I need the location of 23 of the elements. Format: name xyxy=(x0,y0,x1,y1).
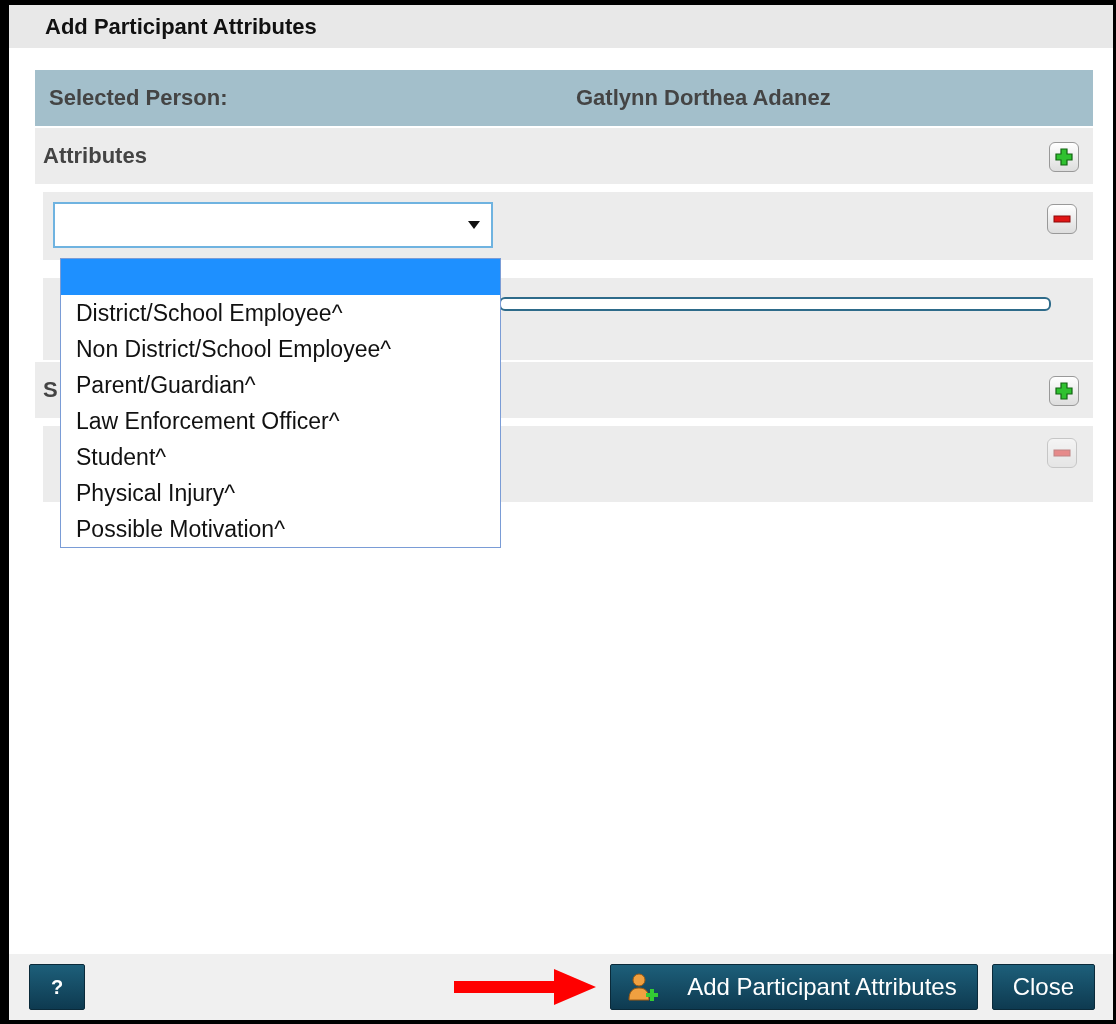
caret-icon xyxy=(467,220,481,230)
dropdown-option[interactable]: District/School Employee^ xyxy=(61,295,500,331)
add-button[interactable] xyxy=(1049,376,1079,406)
dropdown-option[interactable]: Law Enforcement Officer^ xyxy=(61,403,500,439)
help-button[interactable]: ? xyxy=(29,964,85,1010)
dropdown-option[interactable]: Physical Injury^ xyxy=(61,475,500,511)
close-button[interactable]: Close xyxy=(991,964,1095,1010)
dialog-title: Add Participant Attributes xyxy=(45,13,317,40)
dropdown-option[interactable]: Possible Motivation^ xyxy=(61,511,500,547)
section-title: Attributes xyxy=(43,143,147,169)
dropdown-option[interactable]: Non District/School Employee^ xyxy=(61,331,500,367)
text-field[interactable] xyxy=(499,297,1051,311)
dropdown-option[interactable]: Student^ xyxy=(61,439,500,475)
plus-icon xyxy=(1054,147,1074,167)
dropdown-option[interactable]: Parent/Guardian^ xyxy=(61,367,500,403)
person-name: Gatlynn Dorthea Adanez xyxy=(576,85,831,111)
remove-button[interactable] xyxy=(1047,204,1077,234)
add-button[interactable] xyxy=(1049,142,1079,172)
select-field[interactable] xyxy=(53,202,493,248)
section-title: S xyxy=(43,377,58,403)
person-label: Selected Person: xyxy=(49,85,229,111)
plus-icon xyxy=(1054,381,1074,401)
add-attributes-button[interactable]: Add Participant Attributes xyxy=(610,964,978,1010)
